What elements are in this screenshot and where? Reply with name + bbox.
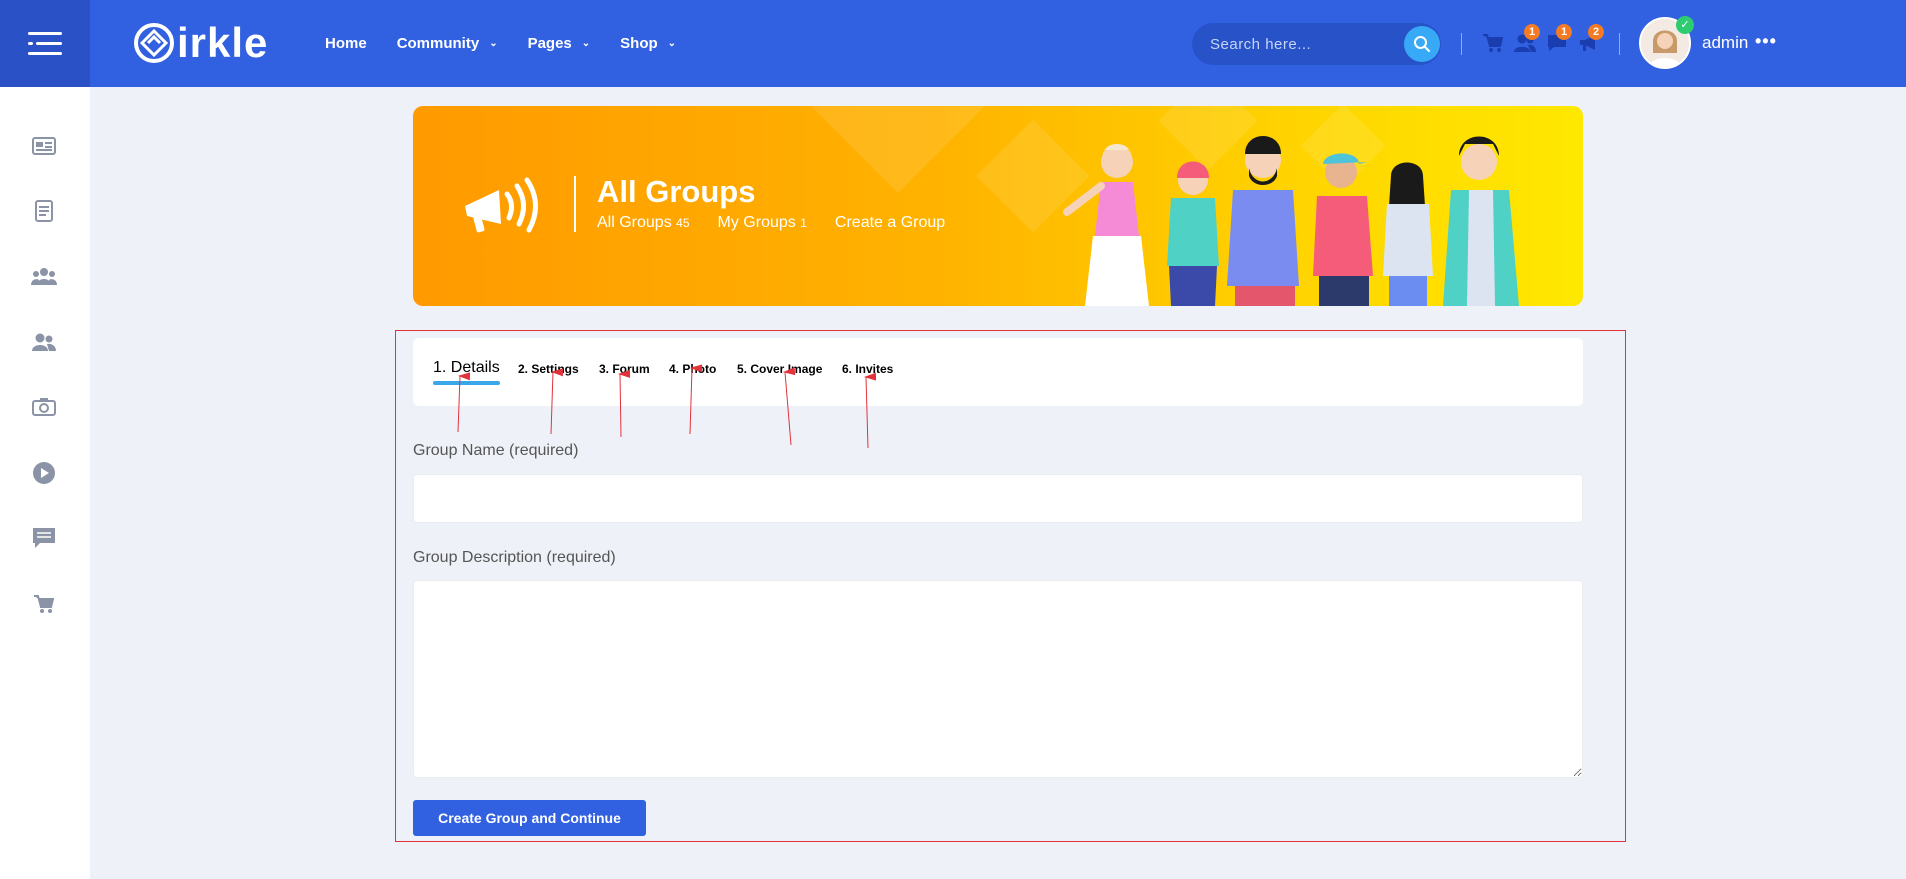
chevron-down-icon: ⌄ (489, 38, 498, 49)
search-icon (1414, 36, 1430, 52)
banner-divider (574, 176, 576, 232)
my-groups-label: My Groups (717, 214, 796, 231)
person-figure (1167, 161, 1219, 306)
groups-banner: All Groups All Groups 45 My Groups 1 Cre… (413, 106, 1583, 306)
notes-icon (35, 200, 53, 222)
top-navbar: irkle Home Community ⌄ Pages ⌄ Shop ⌄ Se… (0, 0, 1906, 87)
tab-forum[interactable]: 3. Forum (599, 362, 650, 376)
megaphone-icon (465, 177, 538, 233)
sidebar-item-videos[interactable] (30, 459, 58, 487)
create-group-label: Create a Group (834, 214, 946, 231)
banner-links: All Groups 45 My Groups 1 Create a Group (597, 214, 945, 232)
sidebar-item-newsfeed[interactable] (30, 132, 58, 160)
tab-details[interactable]: 1. Details (433, 359, 500, 377)
group-description-label: Group Description (required) (413, 549, 616, 566)
nav-home-label: Home (325, 35, 367, 52)
group-illustration (1063, 136, 1519, 306)
person-figure (1443, 136, 1519, 306)
group-name-input[interactable] (413, 474, 1583, 523)
forum-icon (33, 528, 55, 548)
logo-text: irkle (177, 19, 269, 66)
nav-shop[interactable]: Shop ⌄ (620, 35, 676, 52)
friends-icon (32, 333, 56, 351)
active-tab-indicator (433, 381, 500, 385)
create-group-button[interactable]: Create Group and Continue (413, 800, 646, 836)
tab-cover-image[interactable]: 5. Cover Image (737, 362, 822, 376)
search-input[interactable] (1210, 23, 1390, 65)
all-groups-link[interactable]: All Groups 45 (597, 214, 690, 232)
messages-badge: 1 (1556, 24, 1572, 40)
search-button[interactable] (1404, 26, 1440, 62)
person-figure (1227, 136, 1299, 306)
all-groups-count: 45 (676, 216, 690, 230)
page-title: All Groups (597, 174, 756, 209)
brand-logo[interactable]: irkle (133, 16, 268, 70)
all-groups-label: All Groups (597, 214, 672, 231)
cart-button[interactable] (1480, 30, 1506, 56)
my-groups-count: 1 (800, 216, 807, 230)
more-options-icon[interactable]: ••• (1755, 31, 1777, 52)
photos-icon (32, 398, 56, 416)
cart-icon (34, 595, 55, 613)
banner-decoration (806, 106, 990, 193)
group-description-input[interactable] (413, 580, 1583, 778)
sidebar-item-notes[interactable] (30, 197, 58, 225)
messages-button[interactable]: 1 (1544, 24, 1572, 56)
group-name-label: Group Name (required) (413, 442, 579, 459)
tab-photo[interactable]: 4. Photo (669, 362, 716, 376)
person-figure (1383, 162, 1433, 306)
sidebar-item-shop[interactable] (30, 590, 58, 618)
divider (1619, 33, 1620, 55)
nav-community-label: Community (396, 35, 480, 52)
create-group-link[interactable]: Create a Group (835, 214, 945, 232)
divider (1461, 33, 1462, 55)
menu-toggle-button[interactable] (0, 0, 90, 87)
username[interactable]: admin (1702, 33, 1748, 53)
tab-invites[interactable]: 6. Invites (842, 362, 893, 376)
hamburger-icon (28, 31, 62, 55)
nav-shop-label: Shop (620, 35, 658, 52)
online-status-icon: ✓ (1676, 16, 1694, 34)
my-groups-link[interactable]: My Groups 1 (718, 214, 807, 232)
nav-pages-label: Pages (527, 35, 572, 52)
chevron-down-icon: ⌄ (667, 38, 677, 49)
main-nav: Home Community ⌄ Pages ⌄ Shop ⌄ (325, 0, 676, 87)
play-icon (33, 462, 55, 484)
friend-requests-badge: 1 (1524, 24, 1540, 40)
sidebar-item-friends[interactable] (30, 328, 58, 356)
tab-settings[interactable]: 2. Settings (518, 362, 579, 376)
nav-home[interactable]: Home (325, 35, 367, 52)
step-tabs: 1. Details 2. Settings 3. Forum 4. Photo… (413, 338, 1583, 406)
left-sidebar (0, 87, 90, 879)
person-figure (1313, 153, 1373, 306)
groups-icon (31, 268, 57, 285)
logo-mark-icon (134, 23, 174, 63)
person-figure (1063, 144, 1149, 306)
newsfeed-icon (32, 137, 56, 155)
sidebar-item-groups[interactable] (30, 262, 58, 290)
notifications-badge: 2 (1588, 24, 1604, 40)
friend-requests-button[interactable]: 1 (1512, 24, 1540, 56)
nav-community[interactable]: Community ⌄ (397, 35, 498, 52)
nav-pages[interactable]: Pages ⌄ (528, 35, 591, 52)
sidebar-item-forum[interactable] (30, 524, 58, 552)
sidebar-item-photos[interactable] (30, 393, 58, 421)
notifications-button[interactable]: 2 (1576, 24, 1604, 56)
cart-icon (1483, 34, 1504, 52)
chevron-down-icon: ⌄ (581, 38, 591, 49)
